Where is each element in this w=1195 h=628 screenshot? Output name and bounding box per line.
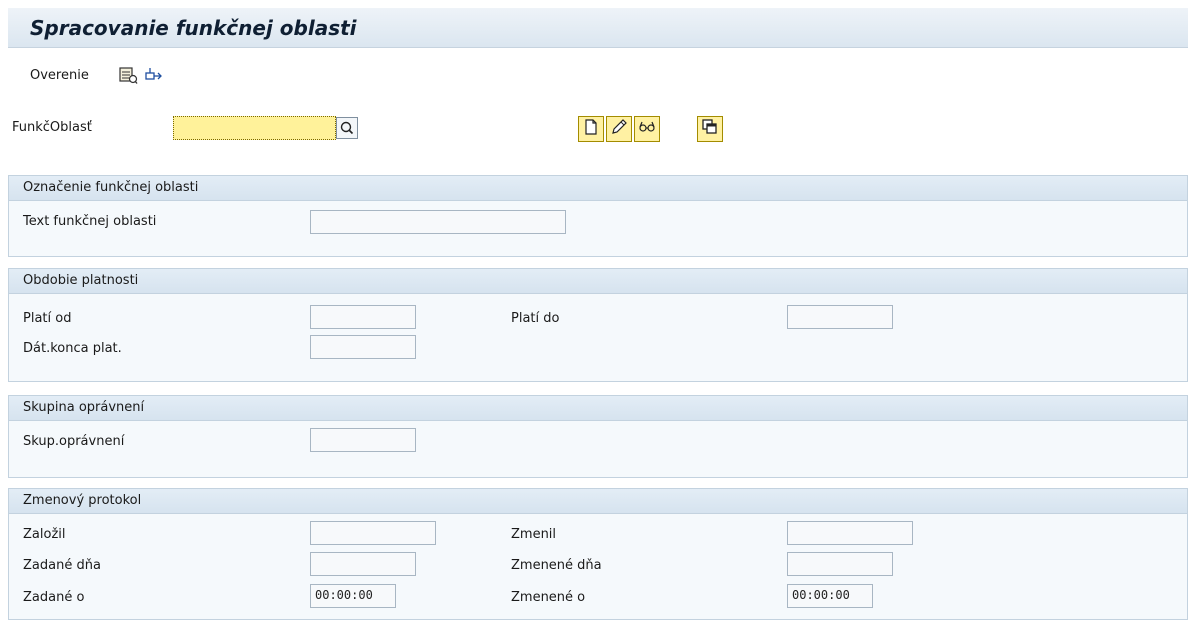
created-at-label: Zadané o xyxy=(23,590,85,605)
edit-button[interactable] xyxy=(606,116,632,142)
created-by-label: Založil xyxy=(23,527,66,542)
changed-at-input[interactable]: 00:00:00 xyxy=(787,584,873,608)
display-list-icon[interactable] xyxy=(118,65,138,85)
changed-at-label: Zmenené o xyxy=(511,590,586,605)
validity-section: Obdobie platnosti Platí od Platí do Dát.… xyxy=(8,268,1188,382)
created-on-label: Zadané dňa xyxy=(23,558,101,573)
transport-icon[interactable] xyxy=(144,65,164,85)
display-button[interactable] xyxy=(634,116,660,142)
valid-to-input[interactable] xyxy=(787,305,893,329)
authorization-section-title: Skupina oprávnení xyxy=(9,396,1187,421)
changed-on-label: Zmenené dňa xyxy=(511,558,602,573)
created-at-input[interactable]: 00:00:00 xyxy=(310,584,396,608)
valid-from-label: Platí od xyxy=(23,311,72,326)
title-bar: Spracovanie funkčnej oblasti xyxy=(8,8,1188,48)
search-help-button[interactable] xyxy=(336,117,358,139)
changed-on-input[interactable] xyxy=(787,552,893,576)
end-date-input[interactable] xyxy=(310,335,416,359)
change-log-section: Zmenový protokol Založil Zmenil Zadané d… xyxy=(8,488,1188,620)
copy-button[interactable] xyxy=(697,116,723,142)
text-funkc-label: Text funkčnej oblasti xyxy=(23,214,157,229)
copy-icon xyxy=(701,118,719,140)
edit-icon xyxy=(610,118,628,140)
application-toolbar: Overenie xyxy=(8,60,1188,92)
auth-group-label: Skup.oprávnení xyxy=(23,434,125,449)
display-icon xyxy=(638,118,656,140)
changed-by-input[interactable] xyxy=(787,521,913,545)
valid-to-label: Platí do xyxy=(511,311,560,326)
change-log-section-title: Zmenový protokol xyxy=(9,489,1187,514)
page-title: Spracovanie funkčnej oblasti xyxy=(30,16,357,40)
authorization-section: Skupina oprávnení Skup.oprávnení xyxy=(8,395,1188,478)
funkc-oblast-input[interactable] xyxy=(173,116,336,140)
create-button[interactable] xyxy=(578,116,604,142)
create-icon xyxy=(582,118,600,140)
valid-from-input[interactable] xyxy=(310,305,416,329)
search-icon xyxy=(337,121,357,142)
validity-section-title: Obdobie platnosti xyxy=(9,269,1187,294)
funkc-oblast-label: FunkčOblasť xyxy=(12,120,92,135)
overenie-button[interactable]: Overenie xyxy=(30,68,89,83)
auth-group-input[interactable] xyxy=(310,428,416,452)
text-funkc-input[interactable] xyxy=(310,210,566,234)
created-by-input[interactable] xyxy=(310,521,436,545)
designation-section-title: Označenie funkčnej oblasti xyxy=(9,176,1187,201)
designation-section: Označenie funkčnej oblasti Text funkčnej… xyxy=(8,175,1188,257)
changed-by-label: Zmenil xyxy=(511,527,557,542)
created-on-input[interactable] xyxy=(310,552,416,576)
end-date-label: Dát.konca plat. xyxy=(23,341,122,356)
